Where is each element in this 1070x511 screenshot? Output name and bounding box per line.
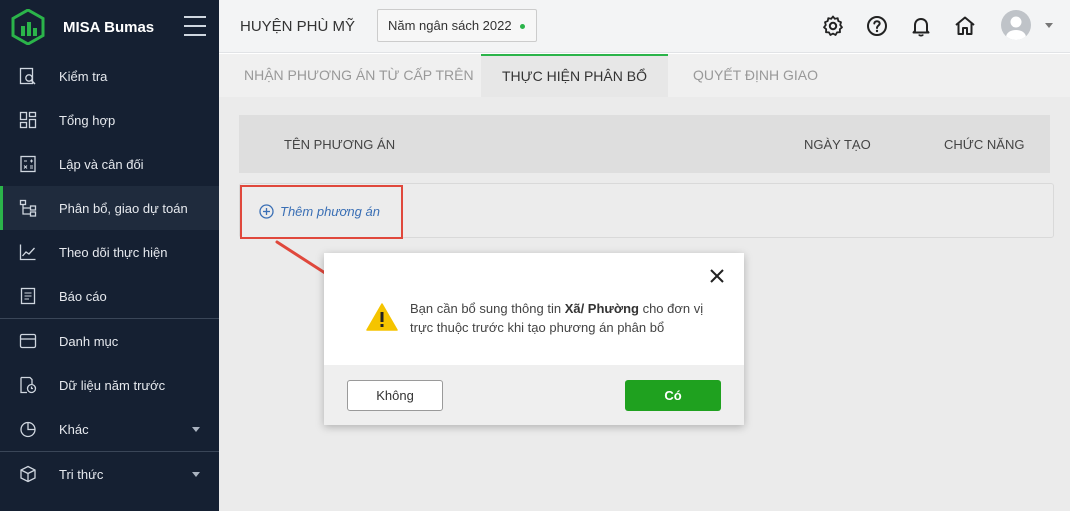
sidebar-item-label: Tri thức [59, 466, 104, 482]
avatar[interactable] [1001, 10, 1031, 40]
settings-icon[interactable] [821, 14, 845, 38]
sidebar-item-du-lieu-nam-truoc[interactable]: Dữ liệu năm trước [0, 363, 219, 407]
chevron-down-icon[interactable] [1045, 23, 1053, 28]
sidebar-nav: Kiểm tra Tổng hợp Lập và cân đối Phân bổ… [0, 54, 219, 496]
folder-icon [18, 331, 38, 351]
warning-dialog: Bạn cần bổ sung thông tin Xã/ Phường cho… [324, 253, 744, 425]
cancel-button[interactable]: Không [347, 380, 443, 411]
chevron-down-icon [192, 427, 200, 432]
cube-icon [18, 464, 38, 484]
status-dot-icon [520, 24, 525, 29]
confirm-button[interactable]: Có [625, 380, 721, 411]
sidebar-item-khac[interactable]: Khác [0, 407, 219, 451]
sidebar-item-kiem-tra[interactable]: Kiểm tra [0, 54, 219, 98]
help-icon[interactable] [865, 14, 889, 38]
hierarchy-icon [18, 198, 38, 218]
sidebar-item-label: Tổng hợp [59, 112, 116, 128]
misa-logo-icon [11, 9, 45, 45]
dialog-body: Bạn cần bổ sung thông tin Xã/ Phường cho… [324, 253, 744, 365]
chevron-down-icon [192, 472, 200, 477]
warning-icon [366, 303, 398, 331]
sidebar: MISA Bumas Kiểm tra Tổng hợp Lập và cân … [0, 0, 219, 511]
add-plan-button[interactable]: Thêm phương án [259, 204, 380, 219]
bell-icon[interactable] [909, 14, 933, 38]
sidebar-item-label: Khác [59, 421, 89, 437]
dashboard-grid-icon [18, 110, 38, 130]
dialog-footer: Không Có [324, 365, 744, 425]
user-icon [1006, 16, 1026, 40]
sidebar-item-label: Báo cáo [59, 288, 107, 304]
column-header-ten-phuong-an: TÊN PHƯƠNG ÁN [284, 137, 396, 152]
budget-year-select[interactable]: Năm ngân sách 2022 [377, 9, 537, 42]
sidebar-item-label: Phân bổ, giao dự toán [59, 200, 188, 216]
sidebar-item-label: Dữ liệu năm trước [59, 377, 166, 393]
home-icon[interactable] [953, 14, 977, 38]
report-icon [18, 286, 38, 306]
add-plan-row: Thêm phương án [239, 183, 1054, 238]
sidebar-item-tong-hop[interactable]: Tổng hợp [0, 98, 219, 142]
sidebar-item-label: Kiểm tra [59, 68, 108, 84]
menu-toggle-icon[interactable] [184, 16, 206, 36]
org-name: HUYỆN PHÙ MỸ [240, 18, 356, 35]
dialog-message: Bạn cần bổ sung thông tin Xã/ Phường cho… [410, 299, 720, 337]
sidebar-item-bao-cao[interactable]: Báo cáo [0, 274, 219, 318]
sidebar-item-label: Danh mục [59, 333, 119, 349]
budget-year-value: Năm ngân sách 2022 [388, 18, 512, 33]
sidebar-item-lap-va-can-doi[interactable]: Lập và cân đối [0, 142, 219, 186]
sidebar-item-label: Theo dõi thực hiện [59, 244, 168, 260]
sidebar-item-label: Lập và cân đối [59, 156, 144, 172]
tab-nhan-phuong-an[interactable]: NHẬN PHƯƠNG ÁN TỪ CẤP TRÊN [244, 54, 474, 97]
sidebar-item-phan-bo-giao-du-toan[interactable]: Phân bổ, giao dự toán [0, 186, 219, 230]
sidebar-item-danh-muc[interactable]: Danh mục [0, 319, 219, 363]
brand: MISA Bumas [0, 0, 219, 54]
line-chart-icon [18, 242, 38, 262]
inspect-icon [18, 66, 38, 86]
sidebar-item-theo-doi-thuc-hien[interactable]: Theo dõi thực hiện [0, 230, 219, 274]
calculator-icon [18, 154, 38, 174]
top-bar: HUYỆN PHÙ MỸ Năm ngân sách 2022 [219, 0, 1070, 53]
sidebar-item-tri-thuc[interactable]: Tri thức [0, 452, 219, 496]
column-header-ngay-tao: NGÀY TẠO [804, 137, 871, 152]
tab-quyet-dinh-giao[interactable]: QUYẾT ĐỊNH GIAO [693, 54, 818, 97]
history-file-icon [18, 375, 38, 395]
tab-thuc-hien-phan-bo[interactable]: THỰC HIỆN PHÂN BỔ [481, 54, 668, 97]
pie-chart-icon [18, 419, 38, 439]
dialog-message-emphasis: Xã/ Phường [564, 301, 639, 316]
dialog-message-part: Bạn cần bổ sung thông tin [410, 301, 565, 316]
plus-circle-icon [259, 204, 274, 219]
brand-name: MISA Bumas [63, 18, 155, 36]
column-header-chuc-nang: CHỨC NĂNG [944, 137, 1025, 152]
add-plan-label: Thêm phương án [280, 204, 380, 219]
close-icon[interactable] [708, 267, 726, 285]
table-header: TÊN PHƯƠNG ÁN NGÀY TẠO CHỨC NĂNG [239, 115, 1050, 173]
tab-bar: NHẬN PHƯƠNG ÁN TỪ CẤP TRÊN THỰC HIỆN PHÂ… [219, 54, 1070, 97]
